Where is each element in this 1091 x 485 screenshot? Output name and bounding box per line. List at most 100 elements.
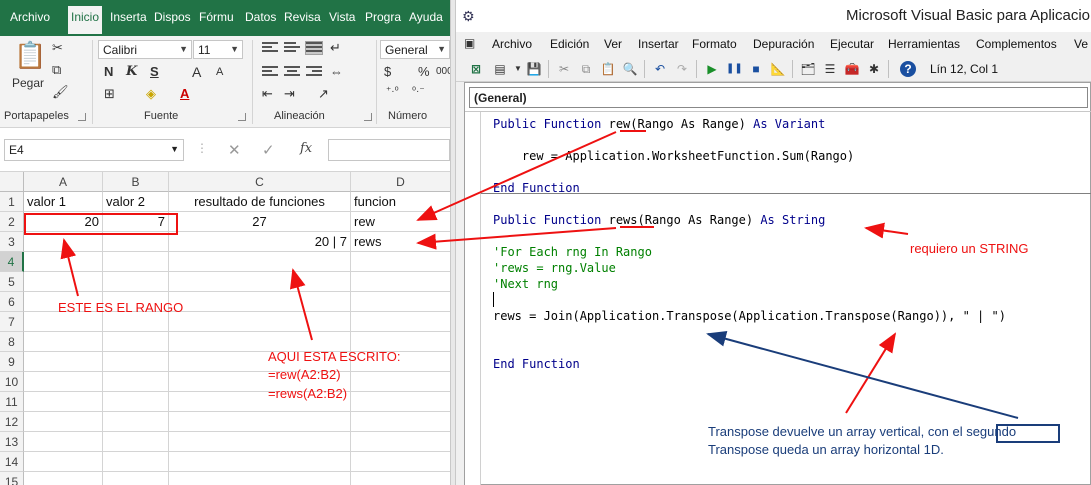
- tab-inicio[interactable]: Inicio: [68, 6, 103, 34]
- tab-revisar[interactable]: Revisa: [284, 10, 321, 24]
- currency-icon[interactable]: $: [384, 64, 391, 79]
- cell-c14[interactable]: [169, 452, 351, 472]
- cell-a13[interactable]: [24, 432, 103, 452]
- name-box[interactable]: E4 ▼: [4, 139, 184, 161]
- row-header[interactable]: 11: [0, 392, 24, 412]
- cell-d10[interactable]: [351, 372, 450, 392]
- menu-edicion[interactable]: Edición: [550, 37, 589, 51]
- tab-programador[interactable]: Progra: [365, 10, 401, 24]
- row-header[interactable]: 15: [0, 472, 24, 485]
- cell-a1[interactable]: valor 1: [24, 192, 103, 212]
- menu-ver[interactable]: Ver: [604, 37, 622, 51]
- cut-icon[interactable]: ✂: [556, 61, 572, 77]
- paste-icon[interactable]: 📋: [600, 61, 616, 77]
- tab-insertar[interactable]: Inserta: [110, 10, 147, 24]
- cell-d14[interactable]: [351, 452, 450, 472]
- menu-insertar[interactable]: Insertar: [638, 37, 679, 51]
- cancel-icon[interactable]: ✕: [228, 141, 241, 159]
- increase-decimal-icon[interactable]: ⁺·⁰: [386, 86, 399, 97]
- tab-disposicion[interactable]: Dispos: [154, 10, 191, 24]
- cell-b9[interactable]: [103, 352, 169, 372]
- cell-d11[interactable]: [351, 392, 450, 412]
- align-left-icon[interactable]: [262, 66, 278, 78]
- save-icon[interactable]: 💾: [526, 61, 542, 77]
- cell-c12[interactable]: [169, 412, 351, 432]
- font-color-icon[interactable]: A: [180, 86, 189, 101]
- toolbox-icon[interactable]: ✱: [866, 61, 882, 77]
- cell-d5[interactable]: [351, 272, 450, 292]
- align-top-icon[interactable]: [262, 42, 278, 54]
- cell-c1[interactable]: resultado de funciones: [169, 192, 351, 212]
- help-icon[interactable]: ?: [900, 61, 916, 77]
- wrap-text-icon[interactable]: ↵: [330, 40, 341, 56]
- decrease-indent-icon[interactable]: ⇤: [262, 86, 273, 102]
- cell-c15[interactable]: [169, 472, 351, 485]
- insert-module-icon[interactable]: ▤: [492, 61, 508, 77]
- italic-button[interactable]: K: [126, 64, 137, 79]
- menu-herramientas[interactable]: Herramientas: [888, 37, 960, 51]
- format-painter-icon[interactable]: 🖌: [52, 84, 69, 100]
- tab-archivo[interactable]: Archivo: [10, 10, 50, 24]
- clipboard-launcher-icon[interactable]: [78, 113, 86, 121]
- tab-formulas[interactable]: Fórmu: [199, 10, 234, 24]
- copy-icon[interactable]: ⧉: [578, 61, 594, 77]
- cell-a8[interactable]: [24, 332, 103, 352]
- decrease-decimal-icon[interactable]: ⁰·⁻: [412, 86, 425, 97]
- font-size-select[interactable]: 11 ▼: [193, 40, 243, 59]
- design-mode-icon[interactable]: 📐: [770, 61, 786, 77]
- cell-c3[interactable]: 20 | 7: [169, 232, 351, 252]
- row-header[interactable]: 8: [0, 332, 24, 352]
- vba-project-icon[interactable]: ▣: [464, 36, 475, 50]
- cell-d2[interactable]: rew: [351, 212, 450, 232]
- align-middle-icon[interactable]: [284, 42, 300, 54]
- cell-a10[interactable]: [24, 372, 103, 392]
- object-combo[interactable]: (General): [469, 87, 1088, 108]
- menu-complementos[interactable]: Complementos: [976, 37, 1057, 51]
- cell-b14[interactable]: [103, 452, 169, 472]
- run-icon[interactable]: ▶: [704, 61, 720, 77]
- paste-icon[interactable]: 📋: [14, 40, 46, 71]
- undo-icon[interactable]: ↶: [652, 61, 668, 77]
- font-launcher-icon[interactable]: [238, 113, 246, 121]
- cell-a14[interactable]: [24, 452, 103, 472]
- cell-b8[interactable]: [103, 332, 169, 352]
- thousands-button[interactable]: 000: [436, 66, 450, 77]
- row-header[interactable]: 10: [0, 372, 24, 392]
- menu-archivo[interactable]: Archivo: [492, 37, 532, 51]
- percent-button[interactable]: %: [418, 64, 430, 79]
- pause-icon[interactable]: ❚❚: [726, 61, 743, 77]
- row-header[interactable]: 9: [0, 352, 24, 372]
- align-right-icon[interactable]: [306, 66, 322, 78]
- cell-d1[interactable]: funcion: [351, 192, 450, 212]
- paste-button[interactable]: Pegar: [12, 76, 44, 90]
- cell-b11[interactable]: [103, 392, 169, 412]
- cell-a4[interactable]: [24, 252, 103, 272]
- cell-d13[interactable]: [351, 432, 450, 452]
- cell-d4[interactable]: [351, 252, 450, 272]
- cell-c13[interactable]: [169, 432, 351, 452]
- row-header[interactable]: 6: [0, 292, 24, 312]
- find-icon[interactable]: 🔍: [622, 61, 638, 77]
- row-header[interactable]: 4: [0, 252, 24, 272]
- cell-a3[interactable]: [24, 232, 103, 252]
- cell-d15[interactable]: [351, 472, 450, 485]
- cell-a9[interactable]: [24, 352, 103, 372]
- cell-b10[interactable]: [103, 372, 169, 392]
- cell-d3[interactable]: rews: [351, 232, 450, 252]
- tab-datos[interactable]: Datos: [245, 10, 276, 24]
- cell-b5[interactable]: [103, 272, 169, 292]
- cell-b12[interactable]: [103, 412, 169, 432]
- underline-button[interactable]: S: [150, 64, 159, 79]
- cell-c5[interactable]: [169, 272, 351, 292]
- confirm-icon[interactable]: ✓: [262, 141, 275, 159]
- tab-vista[interactable]: Vista: [329, 10, 355, 24]
- bold-button[interactable]: N: [104, 64, 113, 79]
- menu-ejecutar[interactable]: Ejecutar: [830, 37, 874, 51]
- shrink-font-button[interactable]: A: [216, 66, 223, 78]
- cell-b1[interactable]: valor 2: [103, 192, 169, 212]
- orientation-icon[interactable]: ↗: [318, 86, 329, 102]
- row-header[interactable]: 12: [0, 412, 24, 432]
- alignment-launcher-icon[interactable]: [364, 113, 372, 121]
- row-header[interactable]: 14: [0, 452, 24, 472]
- menu-ventana[interactable]: Ve: [1074, 37, 1088, 51]
